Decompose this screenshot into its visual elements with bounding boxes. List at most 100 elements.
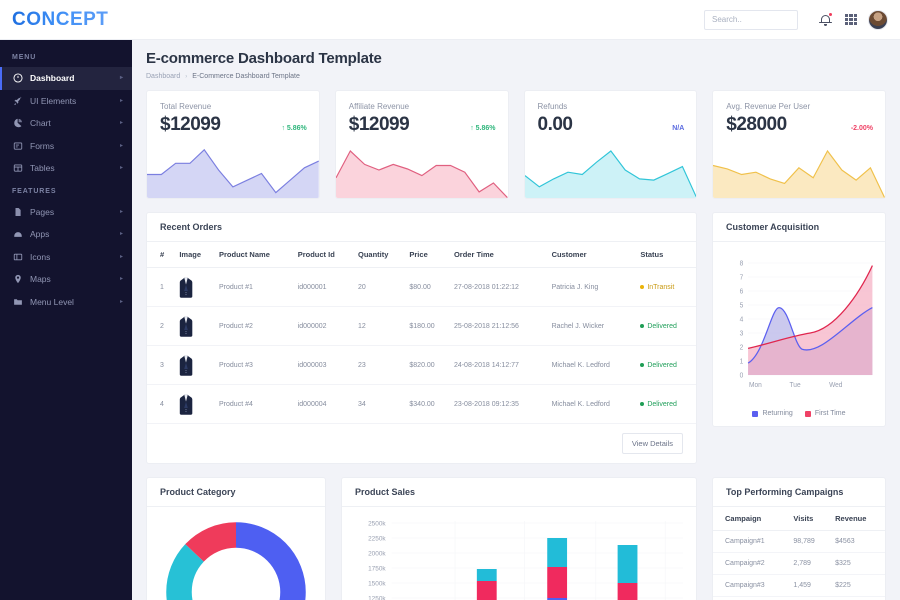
top-campaigns-title: Top Performing Campaigns xyxy=(713,478,885,507)
svg-text:Wed: Wed xyxy=(829,382,843,389)
legend-item-first-time[interactable]: First Time xyxy=(804,410,846,417)
stat-value: $12099 xyxy=(348,114,410,135)
bell-icon xyxy=(818,11,833,27)
sidebar-item-maps[interactable]: Maps ▸ xyxy=(0,268,132,291)
cell-revenue: $225 xyxy=(830,574,885,597)
notifications-button[interactable] xyxy=(812,7,838,33)
cell-product-name: Product #2 xyxy=(215,306,294,346)
table-row[interactable]: Campaign#3 1,459 $225 xyxy=(713,574,885,597)
sidebar-item-forms[interactable]: Forms ▸ xyxy=(0,135,132,158)
stat-label: Avg. Revenue Per User xyxy=(726,102,811,111)
cell-price: $340.00 xyxy=(405,384,450,424)
breadcrumb-separator: › xyxy=(185,73,188,80)
avatar[interactable] xyxy=(868,9,888,30)
sidebar-item-tables[interactable]: Tables ▸ xyxy=(0,157,132,180)
breadcrumb: Dashboard › E-Commerce Dashboard Templat… xyxy=(146,73,886,80)
svg-text:8: 8 xyxy=(740,260,744,267)
cell-quantity: 12 xyxy=(354,306,406,346)
cell-customer: Michael K. Ledford xyxy=(547,384,637,424)
chevron-right-icon: ▸ xyxy=(119,253,123,260)
col-product-id: Product Id xyxy=(293,242,355,268)
svg-text:1: 1 xyxy=(740,358,744,365)
table-row[interactable]: 3 Product #3 id000003 23 $820.00 24-08-2… xyxy=(147,345,696,385)
grid-icon xyxy=(845,13,857,26)
brand-logo[interactable]: CONCEPT xyxy=(0,0,132,40)
legend-label: First Time xyxy=(814,410,846,417)
sidebar-item-menu-level[interactable]: Menu Level ▸ xyxy=(0,291,132,314)
stat-card-refunds: Refunds 0.00 N/A xyxy=(523,90,698,199)
sidebar-item-dashboard[interactable]: Dashboard ▸ xyxy=(0,67,132,90)
stat-delta: ↑ 5.86% xyxy=(470,125,496,132)
sidebar-section-features: FEATURES xyxy=(12,187,57,195)
cell-order-time: 25-08-2018 21:12:56 xyxy=(449,306,548,346)
cell-revenue: $4563 xyxy=(830,530,885,553)
col-status: Status xyxy=(636,242,696,268)
svg-text:2: 2 xyxy=(740,344,744,351)
svg-text:Mon: Mon xyxy=(749,382,762,389)
cell-image xyxy=(175,306,216,346)
suit-thumbnail-icon xyxy=(179,314,193,338)
cell-num: 4 xyxy=(147,384,176,424)
status-badge: Delivered xyxy=(636,345,696,385)
col-customer: Customer xyxy=(547,242,637,268)
page-icon xyxy=(12,206,23,217)
cell-image xyxy=(175,384,216,424)
sidebar-item-apps[interactable]: Apps ▸ xyxy=(0,223,132,246)
table-row[interactable]: Campaign#2 2,789 $325 xyxy=(713,552,885,575)
stat-value: 0.00 xyxy=(537,114,573,135)
chevron-right-icon: ▸ xyxy=(119,120,123,127)
apps-button[interactable] xyxy=(838,7,864,33)
chevron-right-icon: ▸ xyxy=(119,298,123,305)
sidebar-item-ui-elements[interactable]: UI Elements ▸ xyxy=(0,90,132,113)
cell-product-name: Product #3 xyxy=(215,345,294,385)
suit-thumbnail-icon xyxy=(179,275,193,299)
col-image: Image xyxy=(175,242,216,268)
sidebar-item-pages[interactable]: Pages ▸ xyxy=(0,201,132,224)
legend-item-returning[interactable]: Returning xyxy=(752,410,793,417)
rocket-icon xyxy=(12,95,23,106)
bottom-row: Product Category Product Sales 2500k 225… xyxy=(146,477,886,600)
table-icon xyxy=(12,163,23,174)
stat-card-avg-revenue-per-user: Avg. Revenue Per User $28000 -2.00% xyxy=(712,90,886,199)
table-row[interactable]: 4 Product #4 id000004 34 $340.00 23-08-2… xyxy=(147,384,696,424)
cell-order-time: 23-08-2018 09:12:35 xyxy=(449,384,548,424)
product-category-donut xyxy=(147,507,325,600)
stat-delta: -2.00% xyxy=(850,125,873,132)
cell-product-id: id000003 xyxy=(293,345,355,385)
customer-acquisition-card: Customer Acquisition 876 543 210 Mon Tue… xyxy=(712,212,886,427)
cell-campaign: Campaign#4 xyxy=(713,596,789,600)
breadcrumb-root[interactable]: Dashboard xyxy=(146,73,180,80)
svg-text:7: 7 xyxy=(740,274,744,281)
product-category-title: Product Category xyxy=(147,478,325,507)
dashboard-icon xyxy=(12,73,23,84)
map-pin-icon xyxy=(12,274,23,285)
table-row[interactable]: Campaign#4 5,035 $856 xyxy=(713,596,885,600)
product-sales-card: Product Sales 2500k 2250k 2000k 1750k 1500… xyxy=(341,477,697,600)
sidebar-item-label: Tables xyxy=(30,163,55,174)
view-details-button[interactable]: View Details xyxy=(621,433,683,454)
suit-thumbnail-icon xyxy=(179,353,193,377)
table-row[interactable]: 2 Product #2 id000002 12 $180.00 25-08-2… xyxy=(147,306,696,346)
stat-label: Total Revenue xyxy=(160,102,212,111)
table-row[interactable]: Campaign#1 98,789 $4563 xyxy=(713,530,885,553)
cell-product-id: id000002 xyxy=(293,306,355,346)
brand-name: CONCEPT xyxy=(12,8,109,30)
sidebar-item-icons[interactable]: Icons ▸ xyxy=(0,246,132,269)
cell-order-time: 24-08-2018 14:12:77 xyxy=(449,345,548,385)
table-row[interactable]: 1 Product #1 id000001 20 $80.00 27-08-20… xyxy=(147,267,696,307)
chevron-right-icon: ▸ xyxy=(119,165,123,172)
product-sales-chart: 2500k2250k 2000k1750k 1500k1250k 1000k xyxy=(342,507,696,600)
sidebar-item-chart[interactable]: Chart ▸ xyxy=(0,112,132,135)
product-category-card: Product Category xyxy=(146,477,326,600)
status-label: Delivered xyxy=(647,322,677,330)
svg-text:0: 0 xyxy=(740,372,744,379)
sidebar-item-label: Maps xyxy=(30,274,51,285)
customer-acquisition-chart: 876 543 210 Mon Tue Wed xyxy=(713,242,885,406)
sidebar-item-label: Dashboard xyxy=(30,73,75,84)
cell-quantity: 23 xyxy=(354,345,406,385)
recent-orders-card: Recent Orders # Image Product Name Produ… xyxy=(146,212,697,464)
sidebar-item-label: Icons xyxy=(30,251,51,262)
search-input[interactable] xyxy=(704,9,798,30)
stat-label: Refunds xyxy=(537,102,568,111)
sidebar-section-menu: MENU xyxy=(12,54,37,61)
